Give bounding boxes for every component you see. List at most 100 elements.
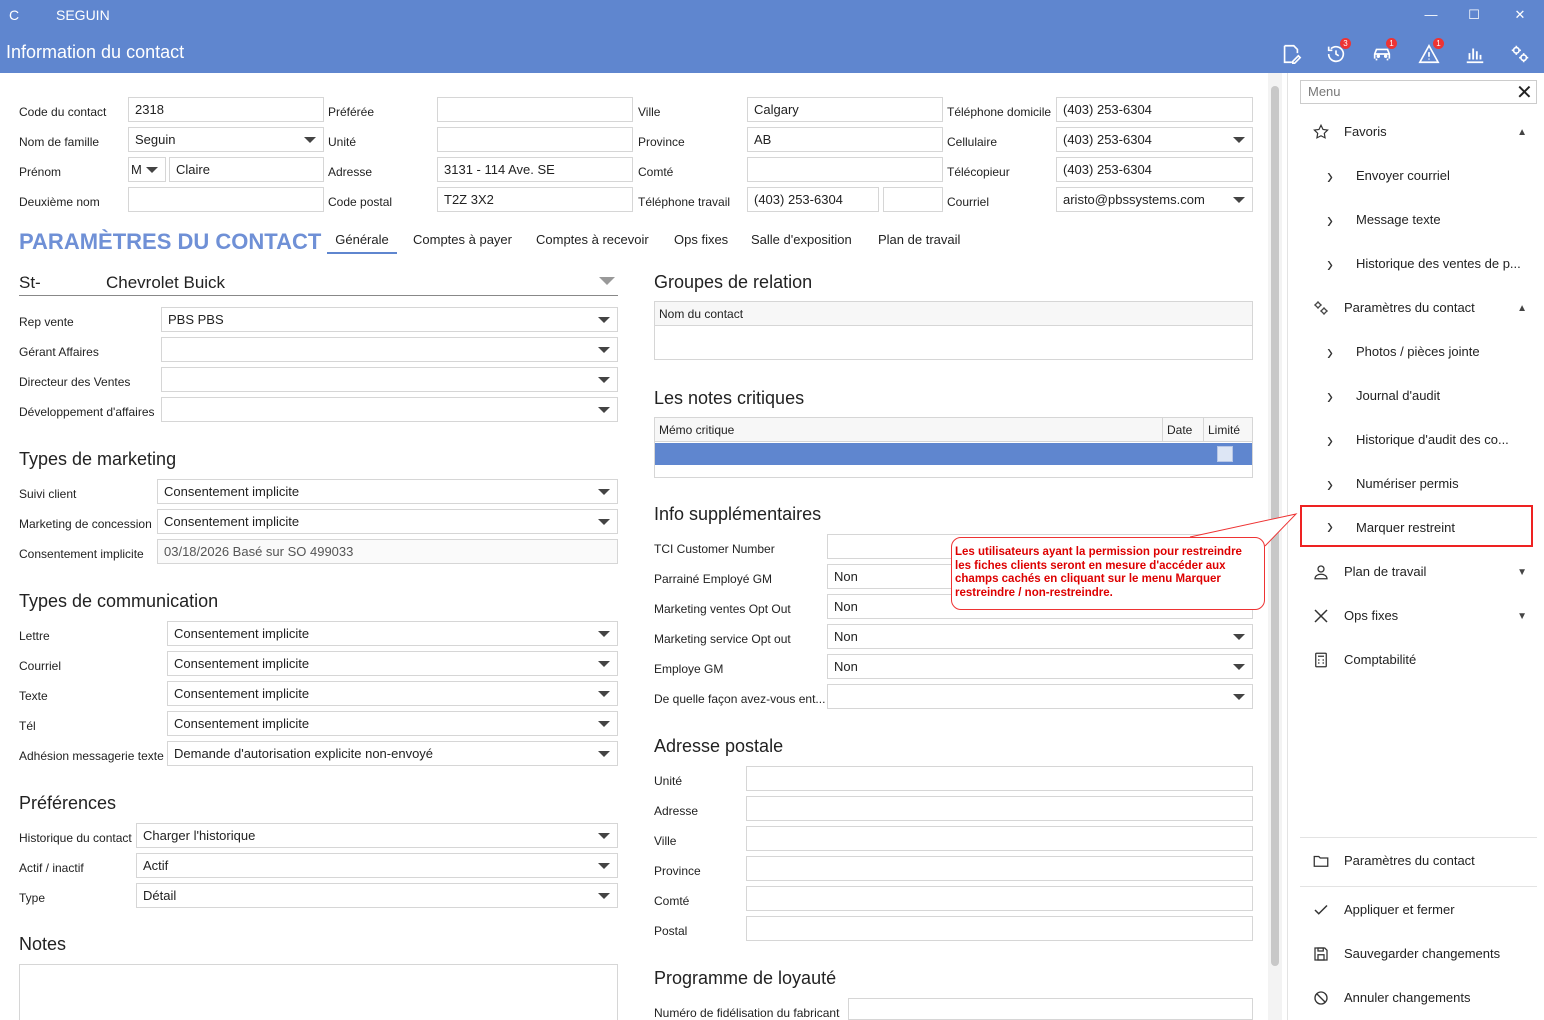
menu-marquer-restreint[interactable]: › Marquer restreint [1300,505,1533,547]
menu-appliquer-label: Appliquer et fermer [1344,902,1455,917]
ap-comte-field[interactable] [746,886,1253,911]
menu-plan-travail[interactable]: Plan de travail ▼ [1300,554,1537,590]
ap-ville-field[interactable] [746,826,1253,851]
type-select[interactable]: Détail [136,883,618,908]
directeur-select[interactable] [161,367,618,392]
code-contact-field[interactable]: 2318 [128,97,324,122]
adhesion-select[interactable]: Demande d'autorisation explicite non-env… [167,741,618,766]
menu-comptabilite[interactable]: Comptabilité [1300,642,1537,678]
alert-icon[interactable]: 1 [1416,38,1444,67]
check-icon [1312,901,1330,919]
close-window-button[interactable]: ✕ [1505,4,1535,26]
lettre-select[interactable]: Consentement implicite [167,621,618,646]
chart-icon[interactable] [1462,41,1488,67]
developpement-select[interactable] [161,397,618,422]
preferences-title: Préférences [19,793,117,813]
marketing-title: Types de marketing [19,449,177,469]
employe-select[interactable]: Non [827,654,1253,679]
nom-famille-field[interactable]: Seguin [128,127,324,152]
tel-travail-field[interactable]: (403) 253-6304 [747,187,879,212]
menu-historique-ventes[interactable]: › Historique des ventes de p... [1300,246,1537,282]
limite-checkbox[interactable] [1217,446,1233,462]
menu-envoyer-courriel[interactable]: › Envoyer courriel [1300,158,1537,194]
fidelisation-label: Numéro de fidélisation du fabricant [654,1006,840,1020]
menu-search-input[interactable]: Menu [1300,80,1537,104]
prenom-field[interactable]: Claire [169,157,324,182]
menu-numeriser-permis[interactable]: › Numériser permis [1300,466,1537,502]
mkt-service-select[interactable]: Non [827,624,1253,649]
menu-favoris[interactable]: Favoris ▲ [1300,114,1537,150]
unite-field[interactable] [437,127,633,152]
maximize-button[interactable]: ☐ [1459,4,1489,26]
menu-footer-params[interactable]: Paramètres du contact [1300,843,1537,879]
table-row[interactable] [655,443,1252,465]
adhesion-label: Adhésion messagerie texte [19,749,164,763]
directeur-label: Directeur des Ventes [19,375,131,389]
gerant-select[interactable] [161,337,618,362]
chevron-right-icon: › [1327,426,1333,453]
historique-select[interactable]: Charger l'historique [136,823,618,848]
adresse-field[interactable]: 3131 - 114 Ave. SE [437,157,633,182]
menu-historique-audit[interactable]: › Historique d'audit des co... [1300,422,1537,458]
ap-province-field[interactable] [746,856,1253,881]
app-letter: C [9,7,20,23]
menu-sauvegarder[interactable]: Sauvegarder changements [1300,936,1537,972]
edit-icon[interactable] [1278,41,1304,67]
preferee-field[interactable] [437,97,633,122]
groupes-col-nom[interactable]: Nom du contact [655,302,1252,326]
prenom-title-select[interactable]: M [128,157,166,182]
menu-envoyer-label: Envoyer courriel [1356,168,1450,183]
menu-appliquer[interactable]: Appliquer et fermer [1300,892,1537,928]
ap-postal-field[interactable] [746,916,1253,941]
tab-comptes-recevoir[interactable]: Comptes à recevoir [536,232,649,247]
dealer-selector[interactable]: St- Chevrolet Buick [19,272,618,296]
menu-close-icon[interactable]: ✕ [1516,80,1533,105]
ville-field[interactable]: Calgary [747,97,943,122]
menu-message-texte[interactable]: › Message texte [1300,202,1537,238]
tel-select[interactable]: Consentement implicite [167,711,618,736]
menu-journal-audit[interactable]: › Journal d'audit [1300,378,1537,414]
tab-comptes-payer[interactable]: Comptes à payer [413,232,512,247]
comte-field[interactable] [747,157,943,182]
concession-select[interactable]: Consentement implicite [157,509,618,534]
col-date[interactable]: Date [1163,418,1204,442]
ap-unite-field[interactable] [746,766,1253,791]
courriel-comm-select[interactable]: Consentement implicite [167,651,618,676]
texte-select[interactable]: Consentement implicite [167,681,618,706]
facon-select[interactable] [827,684,1253,709]
suivi-select[interactable]: Consentement implicite [157,479,618,504]
menu-params-contact[interactable]: Paramètres du contact ▲ [1300,290,1537,326]
col-memo-critique[interactable]: Mémo critique [655,418,1163,442]
tab-generale[interactable]: Générale [327,232,397,254]
menu-ops-fixes[interactable]: Ops fixes ▼ [1300,598,1537,634]
prenom-label: Prénom [19,165,62,179]
tab-salle-exposition[interactable]: Salle d'exposition [751,232,852,247]
settings-icon[interactable] [1507,41,1533,67]
actif-label: Actif / inactif [19,861,84,875]
deuxieme-nom-field[interactable] [128,187,324,212]
history-icon[interactable]: 3 [1323,38,1351,67]
dealer-prefix: St- [19,273,41,292]
notes-textarea[interactable] [19,964,618,1020]
rep-vente-select[interactable]: PBS PBS [161,307,618,332]
car-icon[interactable]: 1 [1369,38,1397,67]
ap-adresse-field[interactable] [746,796,1253,821]
minimize-button[interactable]: — [1416,4,1446,26]
cellulaire-field[interactable]: (403) 253-6304 [1056,127,1253,152]
fidelisation-field[interactable] [848,998,1253,1020]
tel-travail-ext-field[interactable] [883,187,943,212]
actif-select[interactable]: Actif [136,853,618,878]
tel-domicile-field[interactable]: (403) 253-6304 [1056,97,1253,122]
chevron-right-icon: › [1327,206,1333,233]
code-postal-field[interactable]: T2Z 3X2 [437,187,633,212]
courriel-field[interactable]: aristo@pbssystems.com [1056,187,1253,212]
menu-annuler[interactable]: Annuler changements [1300,980,1537,1016]
menu-photos[interactable]: › Photos / pièces jointe [1300,334,1537,370]
preferee-label: Préférée [328,105,375,119]
tab-plan-travail[interactable]: Plan de travail [878,232,960,247]
telecopieur-field[interactable]: (403) 253-6304 [1056,157,1253,182]
tab-ops-fixes[interactable]: Ops fixes [674,232,728,247]
province-field[interactable]: AB [747,127,943,152]
province-label: Province [638,135,685,149]
col-limite[interactable]: Limité [1204,418,1252,442]
